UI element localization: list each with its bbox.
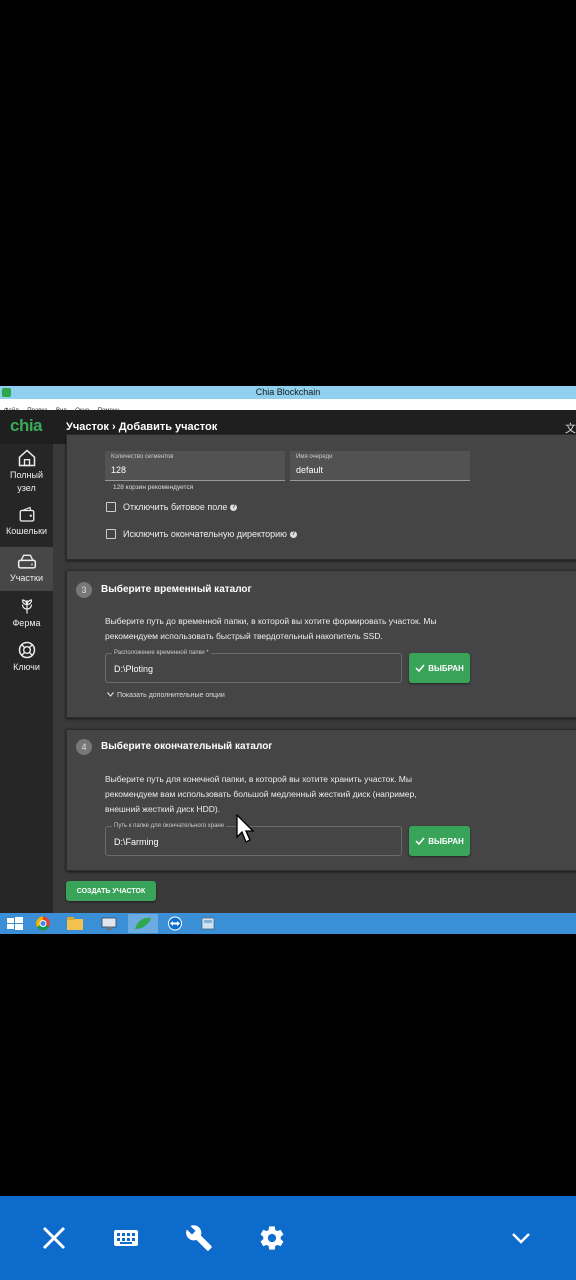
keys-icon: [18, 641, 35, 659]
wrench-icon: [186, 1225, 212, 1251]
taskbar-chrome[interactable]: [28, 914, 58, 933]
sidebar-item-plots[interactable]: Участки: [0, 547, 53, 591]
taskbar-explorer[interactable]: [60, 914, 90, 933]
sidebar: Полный узел Кошельки Участки Ферма Ключи: [0, 444, 53, 913]
taskbar-teamviewer[interactable]: [160, 914, 190, 933]
folder-icon: [67, 917, 83, 930]
wallet-icon: [19, 506, 34, 522]
checkbox-box[interactable]: [106, 502, 116, 512]
close-icon: [42, 1226, 66, 1250]
chrome-icon: [36, 916, 50, 931]
chevron-down-icon: [512, 1233, 530, 1244]
show-more-options-label: Показать дополнительные опции: [117, 692, 225, 699]
sidebar-item-label: Ферма: [12, 618, 41, 628]
sidebar-item-wallets[interactable]: Кошельки: [0, 506, 53, 544]
sidebar-item-label: Ключи: [13, 662, 40, 672]
collapse-button[interactable]: [505, 1222, 537, 1254]
window-titlebar[interactable]: Chia Blockchain: [0, 386, 576, 399]
gear-icon: [260, 1226, 284, 1250]
step-number: 3: [76, 582, 92, 598]
check-icon: [415, 837, 425, 845]
sidebar-item-label: узел: [17, 483, 36, 493]
final-folder-label: Путь к папке для окончательного хране: [112, 823, 227, 829]
check-icon: [415, 664, 425, 672]
buckets-label: Количество сегментов: [111, 454, 174, 460]
queue-value: default: [296, 465, 324, 475]
help-icon[interactable]: ?: [289, 530, 297, 538]
buckets-field[interactable]: Количество сегментов 128: [105, 451, 285, 481]
sidebar-item-keys[interactable]: Ключи: [0, 640, 53, 680]
button-label: ВЫБРАН: [428, 663, 464, 673]
remote-toolbar: [0, 1196, 576, 1280]
mouse-cursor-icon: [236, 814, 255, 843]
temp-folder-label: Расположение временной папки *: [112, 650, 211, 656]
buckets-value: 128: [111, 465, 127, 475]
sidebar-item-label: Полный: [10, 470, 43, 480]
chevron-down-icon: [107, 692, 114, 697]
sidebar-item-full-node[interactable]: Полный узел: [0, 448, 53, 498]
window-app-icon: [201, 917, 215, 930]
checkbox-box[interactable]: [106, 529, 116, 539]
tools-button[interactable]: [183, 1222, 215, 1254]
show-more-options[interactable]: Показать дополнительные опции: [107, 692, 225, 699]
sidebar-item-farm[interactable]: Ферма: [0, 596, 53, 636]
taskbar-chia[interactable]: [128, 914, 158, 933]
select-final-folder-button[interactable]: ВЫБРАН: [409, 826, 470, 856]
computer-icon: [101, 917, 117, 930]
farm-icon: [21, 599, 32, 614]
chia-leaf-icon: [135, 917, 151, 929]
plots-icon: [17, 554, 36, 569]
final-folder-value: D:\Farming: [114, 837, 159, 847]
start-button[interactable]: [0, 914, 30, 933]
taskbar-network[interactable]: [94, 914, 124, 933]
buckets-hint: 128 корзин рекомендуется: [113, 484, 194, 491]
exclude-final-dir-checkbox[interactable]: Исключить окончательную директорию ?: [106, 529, 297, 539]
close-button[interactable]: [38, 1222, 70, 1254]
sidebar-item-label: Участки: [10, 573, 43, 583]
disable-bitfield-label: Отключить битовое поле: [123, 502, 228, 512]
sidebar-item-label: Кошельки: [5, 526, 48, 536]
step-number: 4: [76, 739, 92, 755]
breadcrumb[interactable]: Участок › Добавить участок: [66, 421, 217, 433]
windows-logo-icon: [7, 917, 23, 930]
taskbar-app[interactable]: [193, 914, 223, 933]
select-temp-folder-button[interactable]: ВЫБРАН: [409, 653, 470, 683]
queue-name-field[interactable]: Имя очереди default: [290, 451, 470, 481]
exclude-final-dir-label: Исключить окончательную директорию: [123, 529, 287, 539]
temp-directory-card: 3 Выберите временный каталог Выберите пу…: [66, 570, 576, 718]
temp-folder-value: D:\Ploting: [114, 664, 154, 674]
main-content: Количество сегментов 128 128 корзин реко…: [53, 434, 576, 913]
step-title: Выберите окончательный каталог: [101, 741, 273, 752]
queue-label: Имя очереди: [296, 454, 333, 460]
button-label: ВЫБРАН: [428, 836, 464, 846]
keyboard-icon: [114, 1230, 138, 1246]
keyboard-button[interactable]: [110, 1222, 142, 1254]
step-title: Выберите временный каталог: [101, 584, 252, 595]
help-icon[interactable]: ?: [230, 503, 238, 511]
teamviewer-icon: [168, 916, 182, 931]
final-directory-card: 4 Выберите окончательный каталог Выберит…: [66, 729, 576, 871]
step-description: Выберите путь для конечной папки, в кото…: [105, 774, 417, 814]
windows-taskbar: [0, 913, 576, 934]
settings-button[interactable]: [256, 1222, 288, 1254]
temp-folder-input[interactable]: Расположение временной папки * D:\Plotin…: [105, 650, 402, 683]
advanced-options-card: Количество сегментов 128 128 корзин реко…: [66, 434, 576, 560]
chia-logo: chia: [10, 416, 43, 435]
home-icon: [18, 449, 35, 467]
create-plot-button[interactable]: СОЗДАТЬ УЧАСТОК: [66, 881, 156, 901]
disable-bitfield-checkbox[interactable]: Отключить битовое поле ?: [106, 502, 238, 512]
chia-app: chia Участок › Добавить участок 文 Полный…: [0, 410, 576, 913]
step-description: Выберите путь до временной папки, в кото…: [105, 616, 437, 641]
window-title: Chia Blockchain: [255, 387, 321, 397]
